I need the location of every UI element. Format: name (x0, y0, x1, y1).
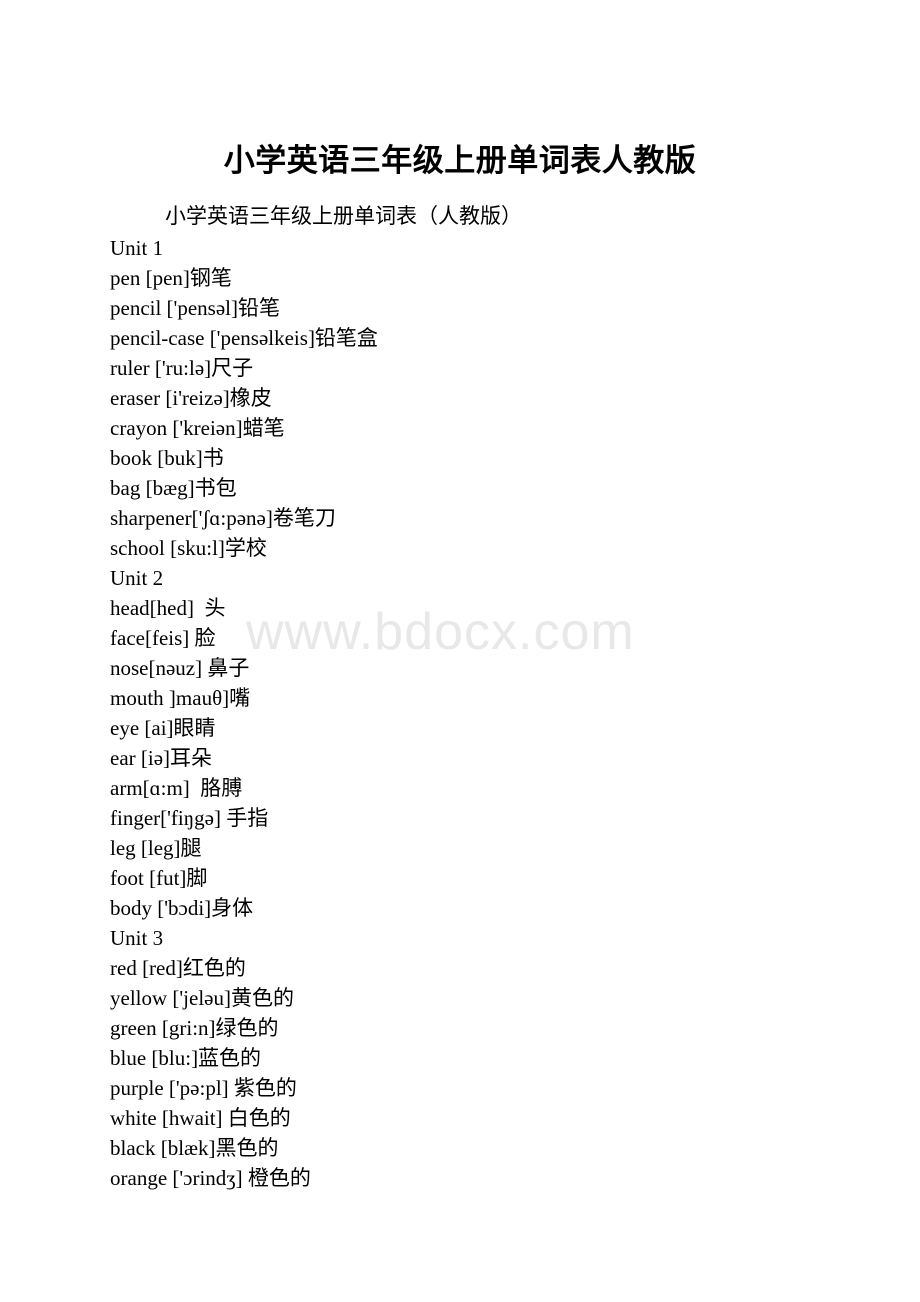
vocabulary-entry: ruler ['ru:lə]尺子 (110, 356, 254, 381)
vocabulary-entry: eraser [i'reizə]橡皮 (110, 386, 272, 411)
vocabulary-entry: nose[nəuz] 鼻子 (110, 656, 250, 681)
vocabulary-entry: crayon ['kreiən]蜡笔 (110, 416, 285, 441)
vocabulary-entry: eye [ai]眼睛 (110, 716, 216, 741)
vocabulary-entry: pencil ['pensəl]铅笔 (110, 296, 280, 321)
vocabulary-entry: body ['bɔdi]身体 (110, 896, 254, 921)
vocabulary-entry: finger['fiŋgə] 手指 (110, 806, 269, 831)
vocabulary-entry: purple ['pə:pl] 紫色的 (110, 1076, 297, 1101)
vocabulary-entry: white [hwait] 白色的 (110, 1106, 291, 1131)
unit-heading: Unit 2 (110, 566, 164, 591)
vocabulary-entry: red [red]红色的 (110, 956, 246, 981)
vocabulary-entry: bag [bæg]书包 (110, 476, 237, 501)
vocabulary-entry: head[hed] 头 (110, 596, 226, 621)
document-subtitle: 小学英语三年级上册单词表（人教版） (165, 203, 522, 228)
vocabulary-entry: yellow ['jeləu]黄色的 (110, 986, 294, 1011)
vocabulary-entry: face[feis] 脸 (110, 626, 216, 651)
vocabulary-entry: ear [iə]耳朵 (110, 746, 213, 771)
vocabulary-list: Unit 1 pen [pen]钢笔 pencil ['pensəl]铅笔 penci… (0, 231, 920, 1193)
unit-heading: Unit 1 (110, 236, 164, 261)
vocabulary-entry: pencil-case ['pensəlkeis]铅笔盒 (110, 326, 378, 351)
document-page: www.bdocx.com 小学英语三年级上册单词表人教版 小学英语三年级上册单… (0, 0, 920, 1302)
unit-heading: Unit 3 (110, 926, 164, 951)
document-content: 小学英语三年级上册单词表人教版 小学英语三年级上册单词表（人教版） Unit 1… (0, 0, 920, 1193)
vocabulary-entry: blue [blu:]蓝色的 (110, 1046, 262, 1071)
vocabulary-entry: school [sku:l]学校 (110, 536, 267, 561)
vocabulary-entry: mouth ]mauθ]嘴 (110, 686, 251, 711)
vocabulary-entry: arm[ɑ:m] 胳膊 (110, 776, 243, 801)
vocabulary-entry: green [gri:n]绿色的 (110, 1016, 279, 1041)
vocabulary-entry: orange ['ɔrindʒ] 橙色的 (110, 1166, 311, 1191)
vocabulary-entry: leg [leg]腿 (110, 836, 202, 861)
vocabulary-entry: sharpener['ʃɑ:pənə]卷笔刀 (110, 506, 336, 531)
vocabulary-entry: foot [fut]脚 (110, 866, 208, 891)
vocabulary-entry: pen [pen]钢笔 (110, 266, 232, 291)
vocabulary-entry: book [buk]书 (110, 446, 224, 471)
page-title: 小学英语三年级上册单词表人教版 (223, 143, 697, 178)
vocabulary-entry: black [blæk]黑色的 (110, 1136, 279, 1161)
